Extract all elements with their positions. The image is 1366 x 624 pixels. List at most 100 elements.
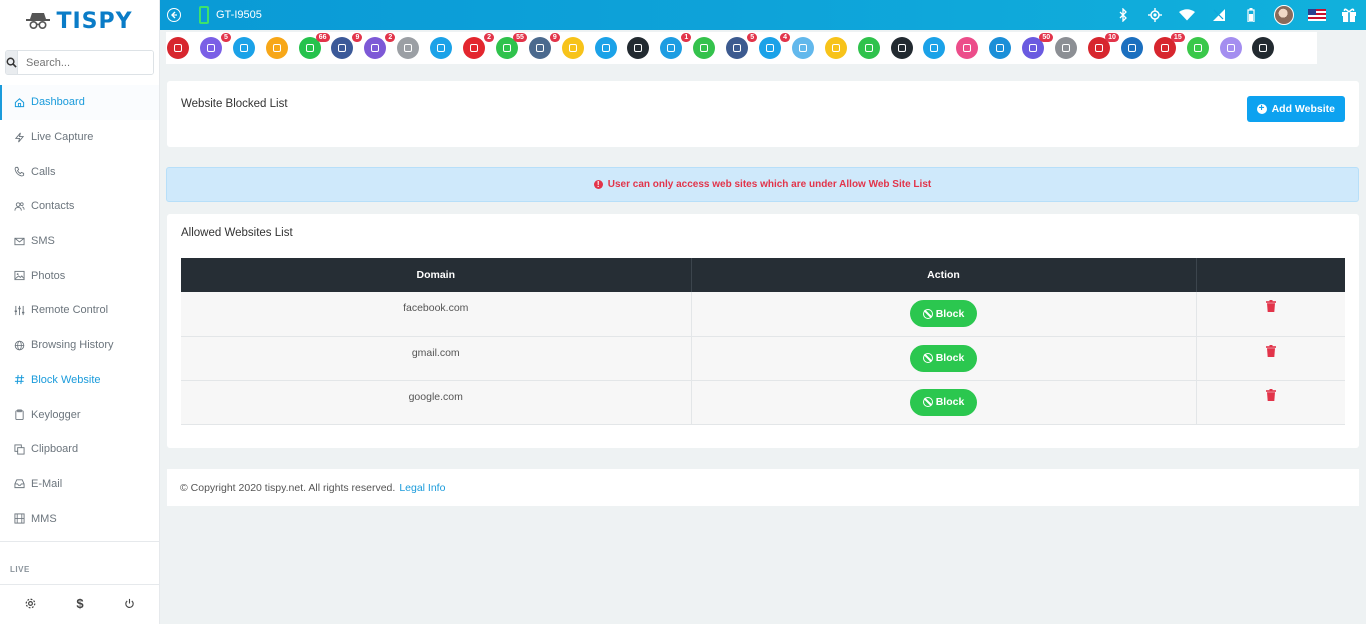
signal-icon[interactable]: 50 <box>1022 33 1054 59</box>
skype-icon[interactable]: 4 <box>759 33 791 59</box>
sidebar-item-contacts[interactable]: Contacts <box>0 189 159 224</box>
add-website-button[interactable]: + Add Website <box>1246 96 1345 122</box>
hike-icon[interactable] <box>989 37 1012 59</box>
sidebar-item-label: SMS <box>31 235 55 248</box>
sidebar-item-remote-control[interactable]: Remote Control <box>0 293 159 328</box>
app-glyph <box>766 44 775 52</box>
flickr-icon[interactable] <box>594 37 617 59</box>
sidebar-item-sms[interactable]: SMS <box>0 224 159 259</box>
talk-icon[interactable] <box>824 37 847 59</box>
legal-info-link[interactable]: Legal Info <box>399 482 445 494</box>
sidebar-item-keylogger[interactable]: Keylogger <box>0 397 159 432</box>
battery-icon[interactable] <box>1242 6 1260 24</box>
gallery-icon[interactable]: 10 <box>1087 33 1119 59</box>
telegram-icon[interactable]: 1 <box>660 33 692 59</box>
spy-icon <box>26 13 51 30</box>
block-button[interactable]: Block <box>909 300 978 327</box>
line-icon[interactable] <box>693 37 716 59</box>
app-glyph <box>1127 44 1136 52</box>
sidebar-item-block-website[interactable]: Block Website <box>0 363 159 398</box>
app-glyph <box>864 44 873 52</box>
signal-strength-icon[interactable] <box>1210 6 1228 24</box>
sidebar-item-live-capture[interactable]: Live Capture <box>0 120 159 155</box>
trash-icon[interactable] <box>1265 344 1276 357</box>
whatsapp-icon[interactable]: 66 <box>298 33 330 59</box>
sidebar-item-dashboard[interactable]: Dashboard <box>0 85 159 120</box>
inbox-icon <box>13 478 25 490</box>
sidebar-item-photos[interactable]: Photos <box>0 258 159 293</box>
imo-icon[interactable] <box>923 37 946 59</box>
wifi-icon[interactable] <box>1178 6 1196 24</box>
table-row: google.com Block <box>181 380 1345 425</box>
device-selector[interactable]: GT-I9505 <box>199 6 262 24</box>
bluetooth-icon[interactable] <box>1114 6 1132 24</box>
search-input[interactable] <box>18 51 153 74</box>
clipboard-app-icon[interactable] <box>397 37 420 59</box>
ban-icon <box>922 397 933 407</box>
wechat-icon[interactable]: 55 <box>495 33 527 59</box>
gift-icon[interactable] <box>1340 6 1358 24</box>
ban-icon <box>922 308 933 319</box>
brand-logo[interactable]: TISPY <box>0 0 159 42</box>
screen-app-icon[interactable] <box>430 37 453 59</box>
users-icon <box>13 200 25 212</box>
app-glyph <box>470 44 479 52</box>
user-avatar[interactable] <box>1274 5 1294 25</box>
files-app-icon[interactable] <box>265 37 288 59</box>
screen-recorder-icon[interactable] <box>167 37 189 59</box>
billing-dollar-icon[interactable]: $ <box>72 595 88 611</box>
table-row: gmail.com Block <box>181 336 1345 381</box>
calls-app-icon[interactable]: 5 <box>199 33 231 59</box>
bip-icon[interactable] <box>791 37 814 59</box>
download-icon[interactable] <box>1186 37 1209 59</box>
facebook-icon[interactable]: 9 <box>331 33 363 59</box>
sidebar-item-browsing-history[interactable]: Browsing History <box>0 328 159 363</box>
sidebar-item-email[interactable]: E-Mail <box>0 467 159 502</box>
sliders-icon <box>13 304 25 316</box>
tinder-icon[interactable]: 2 <box>463 33 495 59</box>
messenger-icon[interactable]: 5 <box>726 33 758 59</box>
info-alert: ! User can only access web sites which a… <box>166 167 1359 202</box>
block-button[interactable]: Block <box>909 344 978 372</box>
smartphone-icon <box>199 6 209 24</box>
power-icon[interactable] <box>121 595 137 611</box>
hash-icon <box>13 374 25 386</box>
action-cell: Block <box>691 292 1197 337</box>
app-glyph <box>1193 44 1202 52</box>
app-glyph <box>601 44 610 52</box>
browser-icon[interactable]: 15 <box>1153 33 1185 59</box>
app-glyph <box>798 44 807 52</box>
app-glyph <box>963 44 972 52</box>
device-app-icon[interactable] <box>1120 37 1143 59</box>
sidebar-item-clipboard[interactable]: Clipboard <box>0 432 159 467</box>
language-flag-icon[interactable] <box>1308 9 1326 21</box>
search-icon[interactable] <box>6 51 18 74</box>
help-icon[interactable] <box>1252 37 1275 59</box>
location-icon[interactable] <box>1219 37 1242 59</box>
settings-gear-icon[interactable] <box>23 595 39 611</box>
snapchat-icon[interactable] <box>561 37 584 59</box>
app-glyph <box>535 44 544 52</box>
sidebar-item-calls[interactable]: Calls <box>0 154 159 189</box>
allowed-list-title: Allowed Websites List <box>181 227 293 239</box>
delete-cell <box>1196 292 1345 337</box>
bolt-icon <box>13 131 25 143</box>
table-header-row: Domain Action <box>181 258 1345 292</box>
hangouts-icon[interactable] <box>857 37 880 59</box>
sidebar-item-label: E-Mail <box>31 477 63 490</box>
video-app-icon[interactable] <box>956 37 979 59</box>
instagram-icon[interactable]: 9 <box>528 33 560 59</box>
trash-icon[interactable] <box>1265 388 1276 401</box>
zoom-icon[interactable] <box>1055 37 1078 59</box>
sidebar-item-mms[interactable]: MMS <box>0 501 159 536</box>
trash-icon[interactable] <box>1265 300 1276 312</box>
viber-icon[interactable]: 2 <box>364 33 396 59</box>
exclamation-icon: ! <box>593 180 603 189</box>
kik-icon[interactable] <box>890 37 913 59</box>
back-arrow-icon[interactable] <box>167 8 181 22</box>
sidebar-item-label: MMS <box>31 512 57 525</box>
gps-icon[interactable] <box>1146 6 1164 24</box>
email-app-icon[interactable] <box>232 37 255 59</box>
tiktok-icon[interactable] <box>627 37 650 59</box>
block-button[interactable]: Block <box>909 388 978 416</box>
